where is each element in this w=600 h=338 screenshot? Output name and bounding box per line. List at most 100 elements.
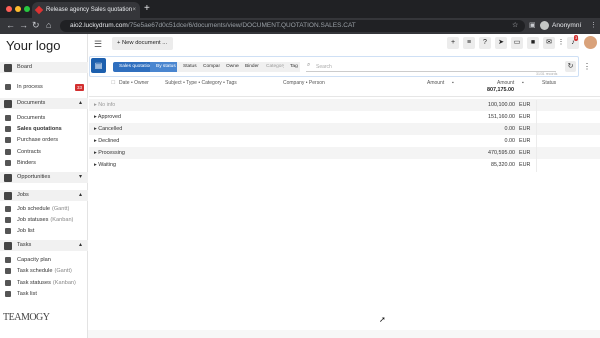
search-input[interactable]: Search — [306, 62, 556, 72]
url-path: /75e5ae67d0c51dce/6/documents/view/DOCUM… — [127, 22, 356, 29]
company-logo[interactable]: Your logo — [6, 38, 60, 53]
inbox-icon[interactable]: ▭ — [511, 37, 523, 49]
sidebar-item-documents[interactable]: Documents — [0, 113, 88, 124]
collapse-arrow-icon[interactable]: ▴ — [79, 98, 82, 109]
maximize-window-dot[interactable] — [24, 6, 30, 12]
video-icon[interactable]: ■ — [527, 37, 539, 49]
more-icon[interactable]: ⋮ — [557, 37, 565, 49]
help-icon[interactable]: ? — [479, 37, 491, 49]
sidebar-item-board[interactable]: Board — [0, 62, 88, 73]
list-icon — [5, 280, 11, 286]
sidebar-item-sales-quotations[interactable]: Sales quotations — [0, 124, 88, 135]
url-host: aio2.luckydrum.com — [70, 22, 128, 29]
sidebar-item-task-schedule[interactable]: Task schedule (Gantt) — [0, 266, 88, 277]
home-icon[interactable]: ⌂ — [46, 20, 51, 30]
reload-icon[interactable]: ↻ — [32, 20, 40, 31]
collapse-arrow-icon[interactable]: ▴ — [79, 240, 82, 251]
sidebar-item-documents[interactable]: Documents ▴ — [0, 98, 88, 109]
sidebar-item-tasks[interactable]: Tasks ▴ — [0, 240, 88, 251]
table-row[interactable]: ▸ Cancelled 0.00 EUR — [89, 123, 600, 135]
sidebar-item-label: Board — [17, 64, 32, 70]
sidebar-item-in-process[interactable]: In process 33 — [0, 82, 88, 93]
document-icon — [4, 99, 12, 108]
bookmark-star-icon[interactable]: ☆ — [512, 21, 518, 29]
breadcrumb-item-owner[interactable]: Owner — [220, 62, 240, 72]
minimize-window-dot[interactable] — [15, 6, 21, 12]
row-group-label: ▸ Declined — [94, 135, 119, 147]
breadcrumb-item-category[interactable]: Category — [260, 62, 285, 72]
sidebar-item-purchase-orders[interactable]: Purchase orders — [0, 135, 88, 146]
sidebar-item-label: Sales quotations — [17, 126, 62, 132]
close-window-dot[interactable] — [6, 6, 12, 12]
document-type-icon[interactable]: ▤ — [91, 58, 106, 73]
forward-icon[interactable]: → — [19, 20, 28, 30]
target-icon — [4, 173, 12, 182]
new-document-button[interactable]: + New document ... — [112, 37, 174, 50]
close-tab-icon[interactable]: × — [132, 2, 136, 18]
row-label: Approved — [97, 114, 121, 120]
sidebar-item-job-statuses[interactable]: Job statuses (Kanban) — [0, 215, 88, 226]
sidebar-item-suffix: (Kanban) — [50, 217, 74, 223]
col-date-owner[interactable]: Date • Owner — [119, 80, 149, 86]
sidebar-item-task-list[interactable]: Task list — [0, 289, 88, 300]
row-amount: 470,595.00 — [488, 150, 515, 156]
row-group-label: ▸ Approved — [94, 111, 121, 123]
breadcrumb-item-tag[interactable]: Tag — [284, 62, 300, 72]
sidebar-item-job-schedule[interactable]: Job schedule (Gantt) — [0, 204, 88, 215]
favicon-icon — [34, 5, 44, 15]
sidebar-item-capacity-plan[interactable]: Capacity plan — [0, 255, 88, 266]
row-label: Cancelled — [98, 126, 123, 132]
collapse-arrow-icon[interactable]: ▴ — [79, 190, 82, 201]
options-menu-icon[interactable]: ⋮ — [583, 62, 591, 71]
sidebar-item-binders[interactable]: Binders — [0, 158, 88, 169]
breadcrumb-item-by-status[interactable]: By status — [150, 62, 178, 72]
new-tab-button[interactable]: + — [144, 3, 150, 14]
row-currency: EUR — [519, 102, 531, 108]
table-row[interactable]: ▸ Waiting 85,320.00 EUR — [89, 159, 600, 171]
sidebar-item-label: Task schedule — [17, 268, 53, 274]
col-company[interactable]: Company • Person — [283, 80, 325, 86]
row-amount: 85,320.00 — [491, 162, 515, 168]
target-icon — [4, 191, 12, 200]
profile-button[interactable]: Anonymní — [540, 20, 581, 32]
browser-tab[interactable]: Release agency Sales quotation × — [32, 2, 140, 18]
sidebar-toggle-icon[interactable]: ▣ — [529, 21, 536, 29]
breadcrumb-item-company[interactable]: Company — [197, 62, 224, 72]
browser-menu-icon[interactable]: ⋮ — [590, 21, 597, 29]
back-icon[interactable]: ← — [6, 20, 15, 30]
col-subject[interactable]: Subject • Type • Category • Tags — [165, 80, 237, 86]
table-row[interactable]: ▸ No info 100,100.00 EUR — [89, 99, 600, 111]
breadcrumb-item-status[interactable]: Status — [177, 62, 198, 72]
user-avatar[interactable] — [584, 36, 597, 49]
refresh-button[interactable]: ↻ — [565, 61, 576, 72]
mouse-cursor-icon: ➚ — [379, 315, 386, 324]
hamburger-menu-icon[interactable]: ☰ — [94, 39, 102, 50]
sidebar-item-job-list[interactable]: Job list — [0, 226, 88, 237]
select-all-checkbox[interactable]: ☐ — [111, 80, 115, 86]
expand-arrow-icon[interactable]: ▾ — [79, 172, 82, 183]
breadcrumb-item-sales-quotations[interactable]: Sales quotations — [113, 62, 154, 72]
add-icon[interactable]: + — [447, 37, 459, 49]
browser-tab-bar: Release agency Sales quotation × + — [0, 0, 600, 18]
table-row[interactable]: ▸ Approved 151,160.00 EUR — [89, 111, 600, 123]
col-status[interactable]: Status — [542, 80, 556, 86]
url-field[interactable]: aio2.luckydrum.com/75e5ae67d0c51dce/6/do… — [60, 20, 525, 32]
col-amount[interactable]: Amount — [427, 80, 444, 86]
col-amount-total[interactable]: Amount — [497, 80, 514, 86]
send-icon[interactable]: ➤ — [495, 37, 507, 49]
sidebar-item-task-statuses[interactable]: Task statuses (Kanban) — [0, 278, 88, 289]
sidebar-item-jobs[interactable]: Jobs ▴ — [0, 190, 88, 201]
tasks-icon — [4, 241, 12, 250]
notes-icon[interactable]: ≡ — [463, 37, 475, 49]
chat-icon[interactable]: ✉ — [543, 37, 555, 49]
row-currency: EUR — [519, 162, 531, 168]
sidebar-item-suffix: (Kanban) — [52, 280, 76, 286]
sidebar-item-label: Tasks — [17, 242, 32, 248]
table-row[interactable]: ▸ Processing 470,595.00 EUR — [89, 147, 600, 159]
profile-avatar — [540, 20, 549, 30]
table-row[interactable]: ▸ Declined 0.00 EUR — [89, 135, 600, 147]
list-icon — [5, 257, 11, 263]
breadcrumb-item-binder[interactable]: Binder — [239, 62, 261, 72]
sidebar-item-contracts[interactable]: Contracts — [0, 147, 88, 158]
sidebar-item-opportunities[interactable]: Opportunities ▾ — [0, 172, 88, 183]
